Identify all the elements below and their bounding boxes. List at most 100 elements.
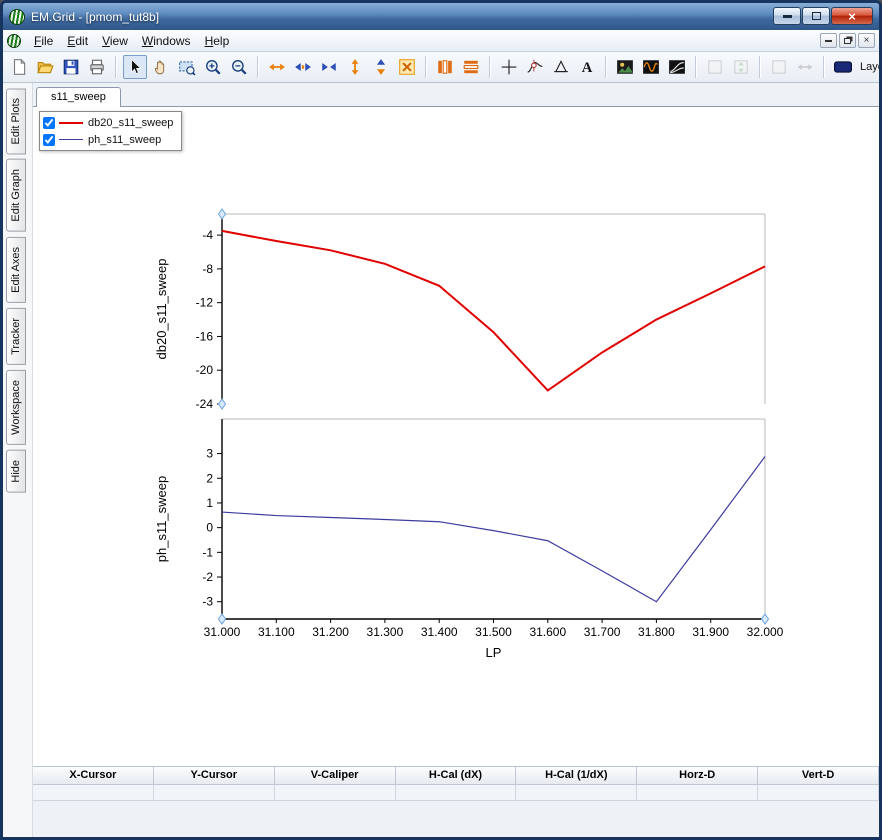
status-cell	[516, 785, 638, 801]
column-layout-icon[interactable]	[433, 55, 457, 79]
text-annotation-icon[interactable]: A	[575, 55, 599, 79]
plot-area: db20_s11_sweep ph_s11_sweep -4 -8 -12 -16 -2…	[33, 107, 879, 766]
layout-icon[interactable]	[831, 55, 855, 79]
x-axis-handle-left[interactable]	[217, 613, 227, 625]
tab-s11-sweep[interactable]: s11_sweep	[36, 87, 121, 107]
status-table-row	[33, 785, 879, 801]
pan-hand-icon[interactable]	[149, 55, 173, 79]
series-db20_s11_sweep	[221, 229, 766, 392]
legend-checkbox-db20[interactable]	[43, 116, 55, 129]
x-tick-label: 31.900	[692, 625, 729, 639]
menu-item-file[interactable]: File	[27, 32, 60, 50]
status-col-v-caliper: V-Caliper	[274, 767, 396, 785]
mdi-restore-button[interactable]	[839, 33, 856, 48]
y-tick-label: -8	[202, 262, 213, 276]
close-button[interactable]: ×	[831, 7, 873, 25]
y-tick-label: 1	[206, 496, 213, 510]
legend-item-db20: db20_s11_sweep	[43, 114, 173, 131]
svg-text:A: A	[582, 60, 593, 76]
legend-label: db20_s11_sweep	[88, 116, 174, 129]
status-cell	[274, 785, 396, 801]
sidebar-item-hide[interactable]: Hide	[6, 449, 26, 493]
layout-label: Layout	[860, 61, 879, 73]
mdi-minimize-button[interactable]	[820, 33, 837, 48]
y-autoscale-icon	[703, 55, 727, 79]
x-tick-label: 32.000	[747, 625, 784, 639]
h-arrows-in-icon[interactable]	[317, 55, 341, 79]
status-table-header: X-Cursor Y-Cursor V-Caliper H-Cal (dX) H…	[33, 767, 879, 785]
h-arrows-out-icon[interactable]	[291, 55, 315, 79]
y-axis-handle-bottom[interactable]	[217, 398, 227, 410]
app-icon-small	[7, 33, 21, 48]
y-tick-label: 3	[206, 447, 213, 461]
trace-marker-icon[interactable]	[523, 55, 547, 79]
toolbar-separator	[115, 56, 117, 78]
mdi-close-button[interactable]: ×	[858, 33, 875, 48]
status-col-horz-d: Horz-D	[637, 767, 759, 785]
menu-item-windows[interactable]: Windows	[135, 32, 198, 50]
menu-item-edit[interactable]: Edit	[60, 32, 95, 50]
titlebar: EM.Grid - [pmom_tut8b] ×	[3, 3, 879, 30]
new-icon[interactable]	[7, 55, 31, 79]
sidebar-item-edit-plots[interactable]: Edit Plots	[6, 88, 26, 155]
menu-item-view[interactable]: View	[95, 32, 135, 50]
menu-item-help[interactable]: Help	[198, 32, 237, 50]
status-col-y-cursor: Y-Cursor	[153, 767, 275, 785]
close-icon: ×	[848, 8, 856, 24]
y-tick-label: -16	[196, 329, 214, 343]
maximize-icon	[811, 12, 821, 20]
row-layout-icon[interactable]	[459, 55, 483, 79]
minimize-button[interactable]	[773, 7, 801, 25]
toolbar-separator	[425, 56, 427, 78]
mdi-restore-icon	[844, 37, 851, 44]
save-icon[interactable]	[59, 55, 83, 79]
y-tick-label: 2	[206, 471, 213, 485]
zoom-out-icon[interactable]	[227, 55, 251, 79]
delta-marker-icon[interactable]	[549, 55, 573, 79]
y-tick-label: -20	[196, 363, 214, 377]
x-scroll-icon	[793, 55, 817, 79]
legend-line-sample-blue	[59, 139, 83, 140]
y-axis-label: db20_s11_sweep	[154, 259, 169, 360]
status-col-h-cal-dx: H-Cal (dX)	[395, 767, 517, 785]
image-export-icon[interactable]	[613, 55, 637, 79]
y-axis-handle-top[interactable]	[217, 208, 227, 220]
h-expand-icon[interactable]	[265, 55, 289, 79]
v-expand-icon[interactable]	[343, 55, 367, 79]
y-scroll-icon	[729, 55, 753, 79]
select-cursor-icon[interactable]	[123, 55, 147, 79]
legend-checkbox-ph[interactable]	[43, 133, 55, 146]
sidebar-item-tracker[interactable]: Tracker	[6, 307, 26, 365]
sidebar-item-edit-graph[interactable]: Edit Graph	[6, 159, 26, 233]
waveform-dark-icon[interactable]	[639, 55, 663, 79]
legend-item-ph: ph_s11_sweep	[43, 131, 173, 148]
x-axis-label: LP	[486, 645, 502, 660]
zoom-in-icon[interactable]	[201, 55, 225, 79]
chart-canvas[interactable]: -4 -8 -12 -16 -20 -24 db20_s11_sweep 3 2 1 0 -1 -2 -3…	[120, 189, 810, 689]
maximize-button[interactable]	[802, 7, 830, 25]
crosshair-icon[interactable]	[497, 55, 521, 79]
open-icon[interactable]	[33, 55, 57, 79]
y-tick-label: -1	[202, 545, 213, 559]
status-cell	[637, 785, 759, 801]
x-tick-label: 31.700	[584, 625, 621, 639]
app-window: EM.Grid - [pmom_tut8b] × File Edit View …	[0, 0, 882, 840]
toolbar-separator	[823, 56, 825, 78]
status-cell	[758, 785, 879, 801]
status-table: X-Cursor Y-Cursor V-Caliper H-Cal (dX) H…	[33, 766, 879, 801]
fit-data-icon[interactable]	[395, 55, 419, 79]
toolbar-separator	[489, 56, 491, 78]
window-title: EM.Grid - [pmom_tut8b]	[31, 9, 160, 24]
x-tick-label: 31.200	[312, 625, 349, 639]
y-axis-label: ph_s11_sweep	[154, 476, 169, 563]
sidebar-item-edit-axes[interactable]: Edit Axes	[6, 237, 26, 303]
x-axis-handle-right[interactable]	[760, 613, 770, 625]
x-tick-label: 31.500	[475, 625, 512, 639]
print-icon[interactable]	[85, 55, 109, 79]
curves-dark-icon[interactable]	[665, 55, 689, 79]
v-arrows-icon[interactable]	[369, 55, 393, 79]
legend: db20_s11_sweep ph_s11_sweep	[39, 111, 183, 151]
zoom-region-icon[interactable]	[175, 55, 199, 79]
window-footer	[33, 801, 879, 837]
sidebar-item-workspace[interactable]: Workspace	[6, 369, 26, 445]
